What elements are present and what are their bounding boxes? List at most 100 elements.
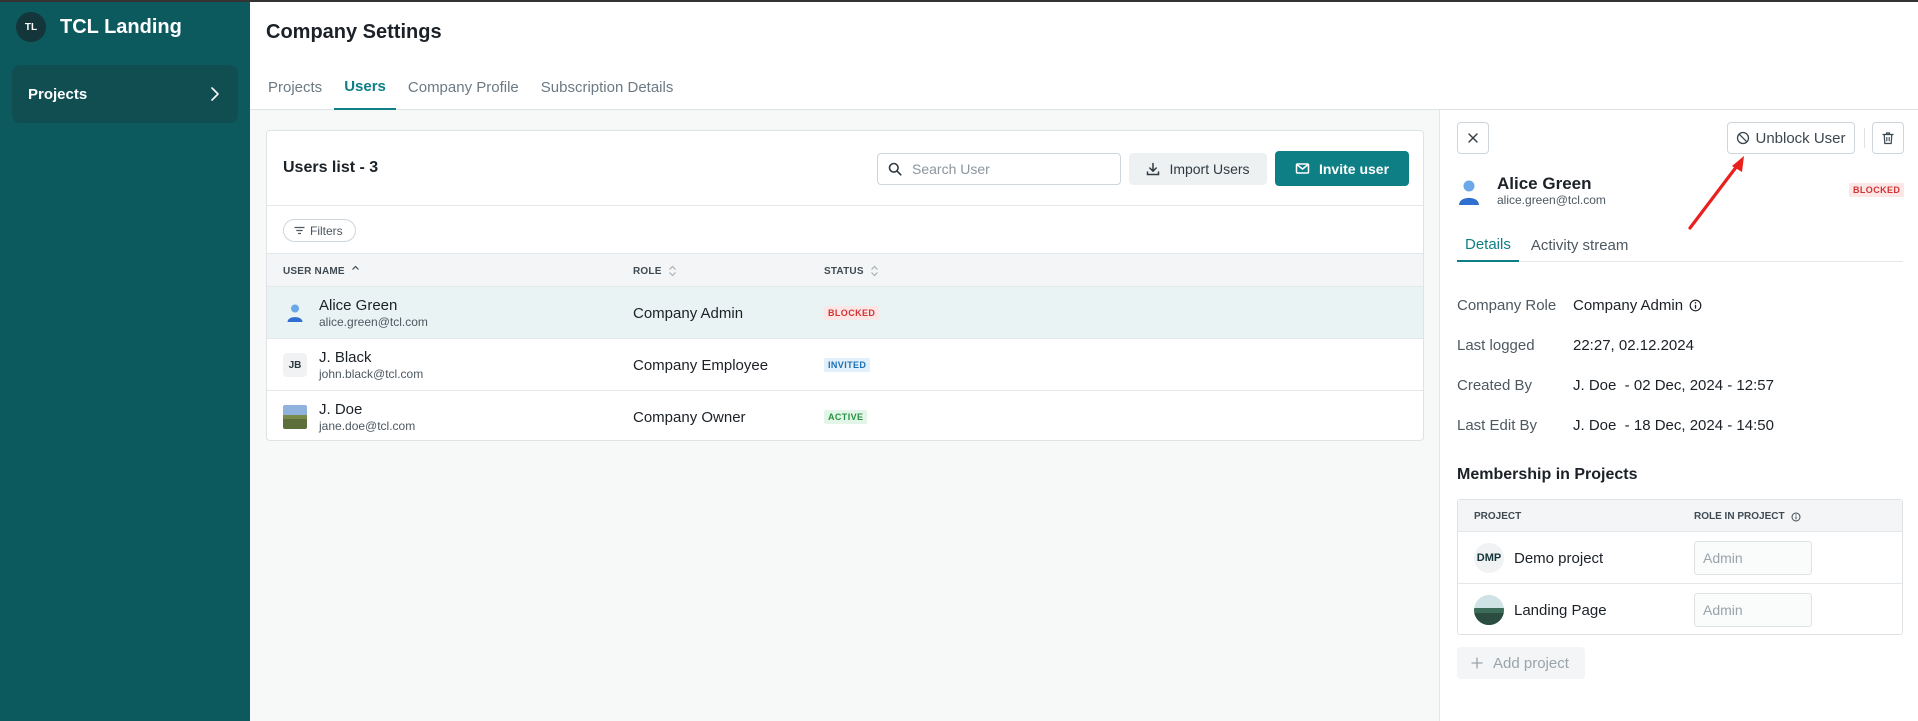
search-icon	[888, 162, 902, 176]
unblock-user-label: Unblock User	[1755, 129, 1846, 147]
table-row[interactable]: Alice Green alice.green@tcl.com Company …	[267, 287, 1423, 339]
sort-icon	[870, 265, 878, 277]
user-role: Company Admin	[633, 305, 744, 322]
filters-label: Filters	[310, 223, 343, 238]
user-email: alice.green@tcl.com	[319, 315, 428, 329]
block-icon	[1737, 131, 1750, 145]
detail-user-name: Alice Green	[1497, 174, 1592, 193]
download-icon	[1147, 162, 1160, 176]
status-badge: BLOCKED	[1849, 183, 1905, 197]
user-email: john.black@tcl.com	[319, 367, 424, 381]
membership-row: Landing Page	[1458, 584, 1902, 636]
status-badge: ACTIVE	[824, 410, 868, 424]
filters-button[interactable]: Filters	[283, 219, 356, 242]
column-status-label: STATUS	[824, 265, 864, 277]
last-edit-by-label: Last Edit By	[1457, 417, 1538, 434]
last-edit-by-value: J. Doe - 18 Dec, 2024 - 14:50	[1573, 417, 1774, 434]
column-role-label: ROLE	[633, 265, 662, 277]
company-role-text: Company Admin	[1573, 297, 1684, 314]
company-role-value: Company Admin	[1573, 297, 1702, 314]
created-by-label: Created By	[1457, 377, 1533, 394]
project-role-input[interactable]	[1694, 541, 1812, 575]
import-users-button[interactable]: Import Users	[1129, 153, 1267, 185]
invite-user-label: Invite user	[1318, 160, 1390, 177]
search-box	[877, 153, 1121, 185]
trash-icon	[1882, 132, 1894, 145]
search-input[interactable]	[912, 161, 1112, 177]
close-icon	[1468, 133, 1478, 143]
users-card-header: Users list - 3 Import Users Invite user	[267, 131, 1423, 206]
project-name: Landing Page	[1514, 602, 1607, 619]
invite-user-button[interactable]: Invite user	[1275, 151, 1409, 186]
add-project-label: Add project	[1493, 654, 1569, 672]
mail-icon	[1295, 163, 1310, 174]
brand-avatar: TL	[16, 12, 46, 42]
top-border	[0, 0, 1918, 2]
column-role-in-project-label: ROLE IN PROJECT	[1694, 511, 1785, 522]
user-detail-panel: Unblock User Alice Green alice.green@tcl…	[1441, 110, 1918, 721]
project-avatar	[1474, 595, 1504, 625]
import-users-label: Import Users	[1169, 161, 1250, 177]
sidebar-item-projects[interactable]: Projects	[12, 65, 238, 123]
company-role-label: Company Role	[1457, 297, 1557, 314]
info-icon[interactable]	[1791, 512, 1801, 522]
users-card: Users list - 3 Import Users Invite user …	[266, 130, 1424, 441]
unblock-user-button[interactable]: Unblock User	[1727, 122, 1855, 154]
sort-icon	[668, 265, 676, 277]
add-project-button[interactable]: Add project	[1457, 647, 1585, 679]
status-badge: INVITED	[824, 358, 871, 372]
tab-activity-stream[interactable]: Activity stream	[1523, 228, 1637, 262]
avatar: JB	[283, 353, 307, 377]
column-role-in-project: ROLE IN PROJECT	[1694, 511, 1801, 522]
membership-row: DMP Demo project	[1458, 532, 1902, 584]
user-name: Alice Green	[319, 297, 398, 314]
chevron-right-icon	[211, 87, 219, 101]
status-badge: BLOCKED	[824, 306, 880, 320]
filter-row: Filters	[267, 206, 1423, 254]
column-user-name[interactable]: USER NAME	[283, 265, 360, 277]
page-title: Company Settings	[266, 21, 442, 43]
filter-icon	[294, 226, 305, 235]
users-table-header: USER NAME ROLE STATUS	[267, 254, 1423, 287]
person-icon	[1459, 180, 1479, 205]
avatar	[283, 405, 307, 429]
detail-user-email: alice.green@tcl.com	[1497, 193, 1606, 207]
users-list-title: Users list - 3	[283, 159, 379, 176]
created-by-value: J. Doe - 02 Dec, 2024 - 12:57	[1573, 377, 1774, 394]
project-avatar: DMP	[1474, 543, 1504, 573]
plus-icon	[1471, 657, 1483, 669]
table-row[interactable]: J. Doe jane.doe@tcl.com Company Owner AC…	[267, 391, 1423, 443]
tab-projects[interactable]: Projects	[258, 64, 332, 110]
info-icon[interactable]	[1689, 299, 1702, 312]
detail-tabs: Details Activity stream	[1457, 228, 1903, 262]
membership-table-header: PROJECT ROLE IN PROJECT	[1458, 500, 1902, 532]
column-status[interactable]: STATUS	[824, 265, 879, 277]
column-role[interactable]: ROLE	[633, 265, 677, 277]
tab-users[interactable]: Users	[334, 64, 396, 110]
annotation-arrow	[1688, 156, 1744, 230]
tab-subscription-details[interactable]: Subscription Details	[531, 64, 684, 110]
last-logged-value: 22:27, 02.12.2024	[1573, 337, 1694, 354]
tab-company-profile[interactable]: Company Profile	[398, 64, 529, 110]
delete-user-button[interactable]	[1872, 122, 1904, 154]
column-user-name-label: USER NAME	[283, 265, 345, 277]
person-icon	[283, 301, 307, 325]
project-role-input[interactable]	[1694, 593, 1812, 627]
last-logged-label: Last logged	[1457, 337, 1535, 354]
project-name: Demo project	[1514, 550, 1604, 567]
user-role: Company Owner	[633, 409, 746, 426]
main-content: Users list - 3 Import Users Invite user …	[250, 110, 1440, 721]
membership-table: PROJECT ROLE IN PROJECT DMP Demo project…	[1457, 499, 1903, 635]
brand: TL TCL Landing	[16, 12, 182, 42]
column-project-label: PROJECT	[1474, 511, 1522, 522]
toolbar-divider	[1864, 128, 1865, 148]
table-row[interactable]: JB J. Black john.black@tcl.com Company E…	[267, 339, 1423, 391]
sort-ascending-icon	[351, 265, 359, 270]
sidebar: TL TCL Landing Projects	[0, 0, 250, 721]
brand-title: TCL Landing	[60, 15, 182, 38]
tab-details[interactable]: Details	[1457, 228, 1519, 262]
membership-title: Membership in Projects	[1457, 466, 1638, 483]
user-email: jane.doe@tcl.com	[319, 419, 416, 433]
settings-tabs: Projects Users Company Profile Subscript…	[258, 64, 685, 110]
close-button[interactable]	[1457, 122, 1489, 154]
